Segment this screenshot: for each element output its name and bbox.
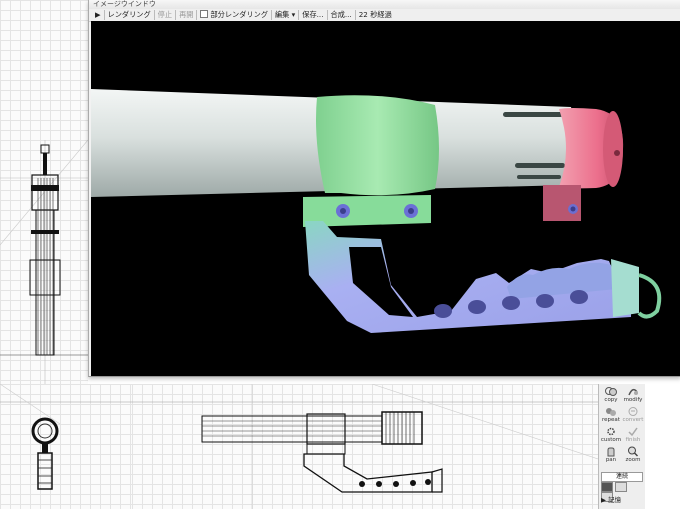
copy-command[interactable]: copy	[600, 386, 622, 403]
finish-command[interactable]: finish	[622, 426, 644, 443]
copy-icon	[605, 387, 617, 396]
pan-command[interactable]: pan	[600, 446, 622, 463]
convert-icon	[628, 407, 638, 416]
continuous-mode-toggle[interactable]: 連続	[601, 472, 643, 482]
top-view-wireframe	[0, 384, 132, 490]
repeat-icon	[606, 408, 616, 416]
render-button[interactable]: レンダリング	[105, 10, 155, 20]
modify-command[interactable]: modify	[622, 386, 644, 403]
front-view-viewport[interactable]	[0, 0, 88, 384]
convert-command[interactable]: convert	[622, 406, 644, 423]
custom-command[interactable]: custom	[600, 426, 622, 443]
render-canvas[interactable]	[91, 21, 680, 376]
side-view-viewport[interactable]	[132, 384, 598, 509]
custom-icon	[607, 427, 615, 436]
zoom-command[interactable]: zoom	[622, 446, 644, 463]
finish-icon	[628, 427, 638, 437]
memory-button[interactable]: ▶ 記憶	[601, 494, 621, 504]
stop-button[interactable]: 停止	[155, 10, 177, 20]
chevron-down-icon: ▾	[291, 10, 296, 19]
repeat-command[interactable]: repeat	[600, 406, 622, 423]
rendered-model	[91, 89, 662, 333]
zoom-icon	[628, 446, 639, 457]
partial-render-checkbox[interactable]: 部分レンダリング	[197, 10, 272, 20]
memory-arrow-icon: ▶	[601, 496, 606, 504]
image-window[interactable]: イメージウインドウ ▶ レンダリング 停止 再開 部分レンダリング 編集 ▾ 保…	[88, 0, 680, 377]
command-palette: copy modify repeat convert custom finish…	[598, 384, 645, 509]
elapsed-time: 22 秒経過	[358, 10, 392, 19]
modify-icon	[628, 388, 638, 396]
edit-menu[interactable]: 編集 ▾	[272, 10, 300, 20]
pan-icon	[607, 447, 615, 457]
top-view-viewport[interactable]	[0, 384, 132, 509]
composite-button[interactable]: 合成...	[328, 10, 356, 20]
play-icon[interactable]: ▶	[92, 10, 105, 20]
front-view-wireframe	[0, 139, 88, 384]
memory-label: 記憶	[608, 496, 622, 504]
selection-mode-buttons[interactable]	[601, 482, 641, 502]
side-view-wireframe	[132, 384, 598, 509]
restart-button[interactable]: 再開	[176, 10, 198, 20]
window-title: イメージウインドウ	[89, 0, 680, 9]
select-mode-2-icon[interactable]	[615, 482, 627, 492]
select-mode-1-icon[interactable]	[601, 482, 613, 492]
checkbox-icon	[200, 10, 209, 18]
save-button[interactable]: 保存...	[299, 10, 328, 20]
